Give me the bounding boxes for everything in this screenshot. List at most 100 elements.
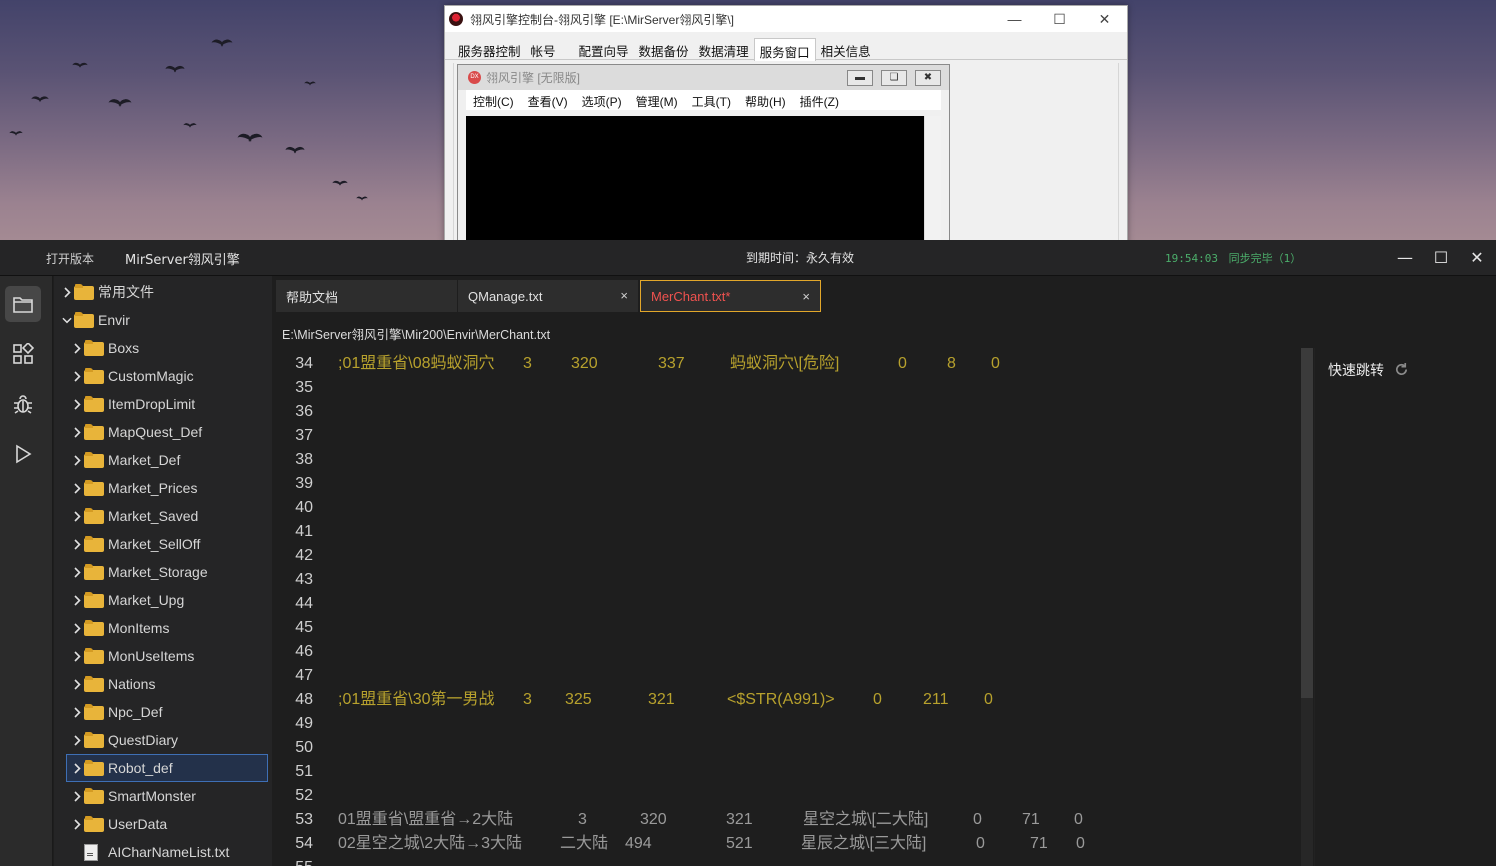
menu-tools[interactable]: 工具(T) (692, 93, 731, 110)
chevron-right-icon[interactable] (72, 761, 82, 775)
chevron-right-icon[interactable] (72, 397, 82, 411)
tab-account[interactable]: 帐号 (526, 38, 574, 60)
tree-folder-item[interactable]: QuestDiary (54, 726, 272, 754)
code-line[interactable]: 43 (273, 568, 1293, 592)
editor-scrollbar[interactable] (1301, 348, 1313, 866)
chevron-right-icon[interactable] (72, 649, 82, 663)
run-icon[interactable] (5, 436, 41, 472)
chevron-right-icon[interactable] (72, 705, 82, 719)
code-line[interactable]: 45 (273, 616, 1293, 640)
chevron-right-icon[interactable] (72, 677, 82, 691)
chevron-right-icon[interactable] (72, 621, 82, 635)
tab-server-control[interactable]: 服务器控制 (453, 38, 526, 60)
tree-folder-item[interactable]: Npc_Def (54, 698, 272, 726)
tree-folder-item[interactable]: Market_Upg (54, 586, 272, 614)
tree-folder-item[interactable]: SmartMonster (54, 782, 272, 810)
open-version-button[interactable]: 打开版本 (46, 250, 94, 267)
chevron-right-icon[interactable] (72, 789, 82, 803)
chevron-right-icon[interactable] (72, 817, 82, 831)
tree-folder-item[interactable]: Nations (54, 670, 272, 698)
tree-folder-item[interactable]: Market_Storage (54, 558, 272, 586)
log-output-area[interactable] (466, 116, 924, 244)
menu-plugins[interactable]: 插件(Z) (800, 93, 839, 110)
mdi-minimize-icon[interactable]: ▬ (847, 69, 873, 86)
close-tab-icon[interactable]: × (802, 289, 810, 304)
tree-folder-item[interactable]: Envir (54, 306, 272, 334)
tree-folder-item[interactable]: Boxs (54, 334, 272, 362)
mdi-close-icon[interactable]: ✖ (915, 69, 941, 86)
code-line[interactable]: 54 02星空之城\2大陆→3大陆 二大陆 494 521 星辰之城\[三大陆] 0 71 0 (273, 832, 1293, 856)
tab-qmanage[interactable]: QManage.txt × (458, 280, 638, 312)
debug-icon[interactable] (5, 386, 41, 422)
code-line[interactable]: 37 (273, 424, 1293, 448)
code-line[interactable]: 53 01盟重省\盟重省→2大陆 3 320 321 星空之城\[二大陆] 0 71 0 (273, 808, 1293, 832)
engine-titlebar[interactable]: DX 翎风引擎 [无限版] ▬ ❏ ✖ (458, 65, 949, 90)
chevron-right-icon[interactable] (72, 481, 82, 495)
chevron-right-icon[interactable] (72, 537, 82, 551)
tree-folder-item[interactable]: Market_Prices (54, 474, 272, 502)
code-line[interactable]: 46 (273, 640, 1293, 664)
code-line[interactable]: 51 (273, 760, 1293, 784)
code-line[interactable]: 41 (273, 520, 1293, 544)
code-line[interactable]: 42 (273, 544, 1293, 568)
code-line[interactable]: 49 (273, 712, 1293, 736)
tab-service-window[interactable]: 服务窗口 (753, 38, 816, 61)
code-line[interactable]: 44 (273, 592, 1293, 616)
chevron-down-icon[interactable] (62, 313, 72, 327)
minimize-icon[interactable]: — (992, 6, 1037, 32)
extensions-icon[interactable] (5, 336, 41, 372)
close-icon[interactable]: ✕ (1465, 246, 1489, 270)
code-line[interactable]: 55 (273, 856, 1293, 866)
tab-config-wizard[interactable]: 配置向导 (574, 38, 634, 60)
chevron-right-icon[interactable] (72, 341, 82, 355)
minimize-icon[interactable]: — (1393, 246, 1417, 270)
scrollbar-thumb[interactable] (1301, 348, 1313, 698)
tree-folder-item[interactable]: Market_SellOff (54, 530, 272, 558)
tree-folder-item[interactable]: Market_Saved (54, 502, 272, 530)
tab-data-backup[interactable]: 数据备份 (634, 38, 694, 60)
menu-view[interactable]: 查看(V) (528, 93, 568, 110)
maximize-icon[interactable]: ☐ (1429, 246, 1453, 270)
tree-folder-item[interactable]: MonItems (54, 614, 272, 642)
tree-file-item[interactable]: AICharNameList.txt (54, 838, 272, 866)
close-icon[interactable]: ✕ (1082, 6, 1127, 32)
tree-folder-item[interactable]: ItemDropLimit (54, 390, 272, 418)
code-editor[interactable]: 34 ;01盟重省\08蚂蚁洞穴 3 320 337 蚂蚁洞穴\[危险] 0 8 0 35 36 37… (273, 348, 1313, 866)
mdi-restore-icon[interactable]: ❏ (881, 69, 907, 86)
menu-options[interactable]: 选项(P) (582, 93, 622, 110)
tab-merchant[interactable]: MerChant.txt* × (640, 280, 821, 312)
chevron-right-icon[interactable] (72, 453, 82, 467)
tree-folder-item[interactable]: Market_Def (54, 446, 272, 474)
menu-control[interactable]: 控制(C) (473, 93, 514, 110)
tree-folder-item[interactable]: UserData (54, 810, 272, 838)
refresh-icon[interactable] (1394, 362, 1409, 381)
code-line[interactable]: 40 (273, 496, 1293, 520)
tree-folder-item[interactable]: 常用文件 (54, 278, 272, 306)
tree-folder-item[interactable]: MapQuest_Def (54, 418, 272, 446)
menu-help[interactable]: 帮助(H) (745, 93, 786, 110)
code-line[interactable]: 36 (273, 400, 1293, 424)
code-line[interactable]: 47 (273, 664, 1293, 688)
chevron-right-icon[interactable] (72, 369, 82, 383)
code-line[interactable]: 48 ;01盟重省\30第一男战 3 325 321 <$STR(A991)> 0 211 0 (273, 688, 1293, 712)
code-line[interactable]: 38 (273, 448, 1293, 472)
tab-help-docs[interactable]: 帮助文档 (276, 280, 457, 312)
explorer-icon[interactable] (5, 286, 41, 322)
chevron-right-icon[interactable] (62, 285, 72, 299)
log-scrollbar[interactable] (924, 116, 941, 244)
close-tab-icon[interactable]: × (620, 288, 628, 303)
tree-folder-item[interactable]: Robot_def (66, 754, 268, 782)
code-line[interactable]: 52 (273, 784, 1293, 808)
tree-folder-item[interactable]: MonUseItems (54, 642, 272, 670)
chevron-right-icon[interactable] (72, 425, 82, 439)
console-titlebar[interactable]: 翎风引擎控制台-翎风引擎 [E:\MirServer翎风引擎\] — ☐ ✕ (445, 6, 1127, 32)
code-line[interactable]: 35 (273, 376, 1293, 400)
chevron-right-icon[interactable] (72, 509, 82, 523)
code-line[interactable]: 39 (273, 472, 1293, 496)
chevron-right-icon[interactable] (72, 593, 82, 607)
code-line[interactable]: 50 (273, 736, 1293, 760)
code-line[interactable]: 34 ;01盟重省\08蚂蚁洞穴 3 320 337 蚂蚁洞穴\[危险] 0 8 0 (273, 352, 1293, 376)
chevron-right-icon[interactable] (72, 565, 82, 579)
maximize-icon[interactable]: ☐ (1037, 6, 1082, 32)
menu-manage[interactable]: 管理(M) (636, 93, 678, 110)
